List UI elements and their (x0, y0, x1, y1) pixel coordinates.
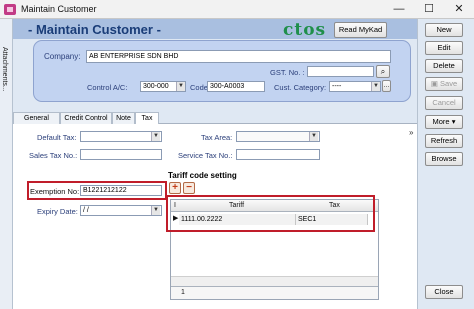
edit-button[interactable]: Edit (425, 41, 463, 55)
more-label: More (432, 117, 450, 126)
close-window-button[interactable]: ✕ (444, 0, 474, 19)
cancel-button[interactable]: Cancel (425, 96, 463, 110)
refresh-button[interactable]: Refresh (425, 134, 463, 148)
close-button[interactable]: Close (425, 285, 463, 299)
sales-tax-no-label: Sales Tax No.: (29, 151, 78, 160)
grid-horizontal-scrollbar[interactable] (171, 276, 378, 286)
gst-search-button[interactable]: ⌕ (376, 65, 390, 78)
service-tax-no-label: Service Tax No.: (178, 151, 233, 160)
read-mykad-button[interactable]: Read MyKad (334, 22, 387, 38)
tax-area-dropdown-icon[interactable]: ▼ (309, 132, 318, 141)
expiry-date-label: Expiry Date: (37, 207, 78, 216)
window-title: Maintain Customer (21, 4, 97, 14)
title-bar: Maintain Customer — ☐ ✕ (0, 0, 474, 19)
cust-category-dropdown-icon[interactable]: ▼ (371, 82, 380, 91)
tariff-grid-highlight (166, 195, 375, 232)
tab-note[interactable]: Note (112, 112, 135, 124)
attachments-label: Attachments... (1, 47, 8, 92)
more-button[interactable]: More ▾ (425, 115, 463, 129)
save-label: Save (440, 79, 458, 88)
expiry-date-field[interactable]: / / (80, 205, 162, 216)
gst-field[interactable] (307, 66, 374, 77)
exemption-highlight (27, 181, 167, 200)
cust-category-more-button[interactable]: … (382, 80, 391, 92)
cust-category-label: Cust. Category: (274, 83, 327, 92)
maximize-button[interactable]: ☐ (414, 0, 444, 19)
service-tax-no-field[interactable] (236, 149, 320, 160)
company-field[interactable]: AB ENTERPRISE SDN BHD (86, 50, 391, 63)
default-tax-field[interactable] (80, 131, 162, 142)
code-field[interactable]: 300-A0003 (207, 81, 265, 92)
delete-button[interactable]: Delete (425, 59, 463, 73)
tariff-section-title: Tariff code setting (168, 171, 237, 180)
tab-credit-control[interactable]: Credit Control (60, 112, 112, 124)
control-ac-label: Control A/C: (87, 83, 128, 92)
tab-general[interactable]: General (13, 112, 60, 124)
add-tariff-button[interactable]: + (169, 182, 181, 194)
browse-button[interactable]: Browse (425, 152, 463, 166)
ctos-logo: ctos (283, 20, 327, 40)
attachments-side-tab[interactable]: Attachments... (0, 19, 13, 309)
minimize-button[interactable]: — (384, 0, 414, 19)
tax-area-label: Tax Area: (201, 133, 233, 142)
gst-label: GST. No. : (270, 68, 305, 77)
grid-footer: 1 (171, 286, 378, 299)
page-title: - Maintain Customer - (28, 22, 161, 37)
sales-tax-no-field[interactable] (80, 149, 162, 160)
default-tax-dropdown-icon[interactable]: ▼ (151, 132, 160, 141)
new-button[interactable]: New (425, 23, 463, 37)
save-icon: ▣ (430, 79, 441, 88)
panel-splitter-arrow[interactable]: » (409, 128, 413, 137)
company-label: Company: (44, 52, 81, 61)
grid-row-count: 1 (181, 289, 185, 296)
search-icon: ⌕ (380, 67, 386, 76)
expiry-date-dropdown-icon[interactable]: ▼ (151, 206, 160, 215)
save-button[interactable]: ▣ Save (425, 77, 463, 91)
app-icon (4, 4, 16, 15)
control-ac-dropdown-icon[interactable]: ▼ (176, 82, 185, 91)
chevron-down-icon: ▾ (449, 117, 456, 126)
remove-tariff-button[interactable]: − (183, 182, 195, 194)
default-tax-label: Default Tax: (37, 133, 77, 142)
tax-area-field[interactable] (236, 131, 320, 142)
